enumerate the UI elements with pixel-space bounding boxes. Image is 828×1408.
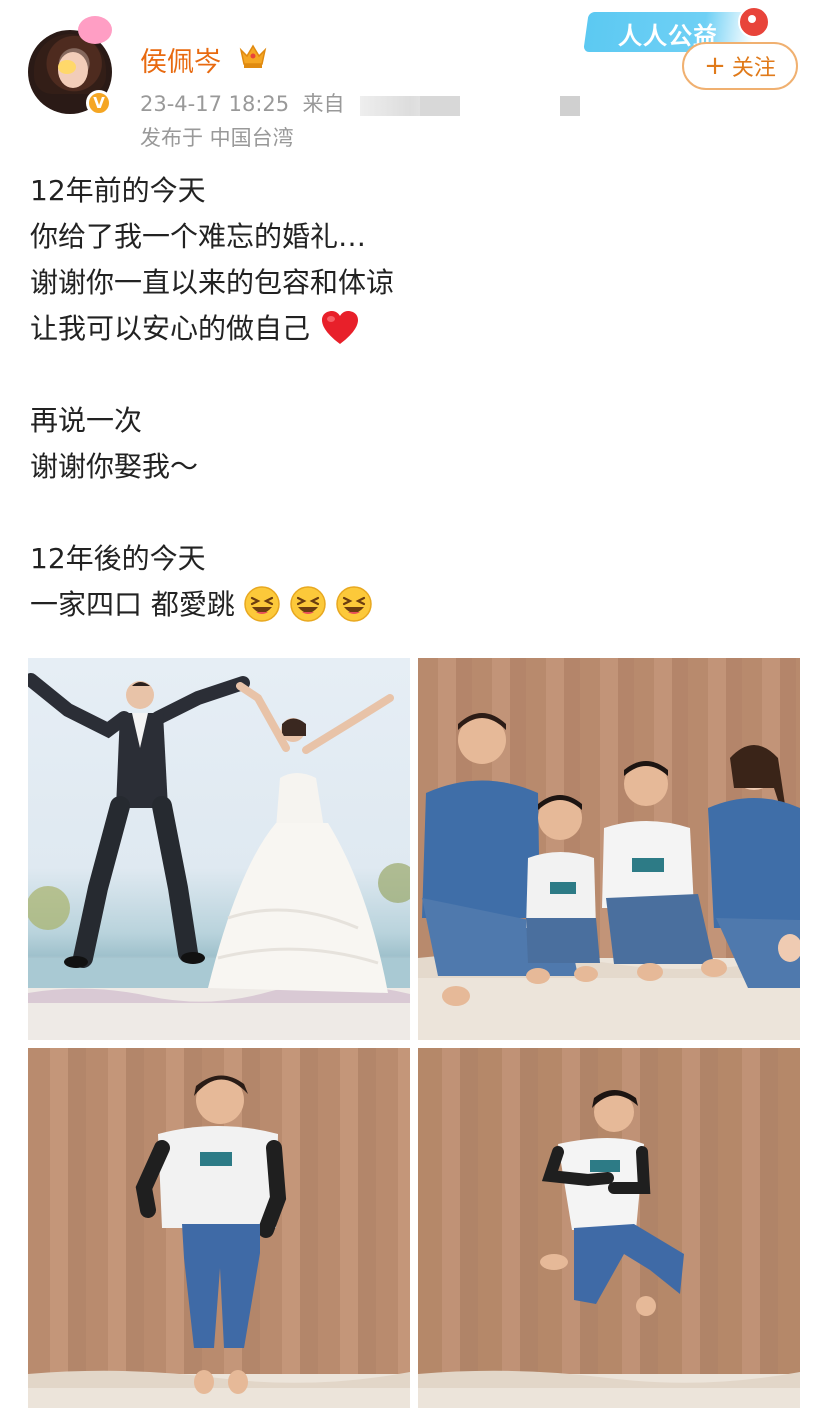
boy-jump-illustration-2 [418,1090,800,1408]
post-line: 谢谢你一直以来的包容和体谅 [30,266,395,299]
redacted-source-block-2 [560,96,580,116]
post-line: 让我可以安心的做自己 [30,312,311,345]
post-line: 你给了我一个难忘的婚礼… [30,220,367,253]
post-line: 12年後的今天 [30,542,206,575]
post-line-with-emoji: 一家四口 都愛跳 [30,582,800,628]
post-line: 谢谢你娶我～ [30,450,199,483]
wedding-jump-illustration [28,673,410,1040]
crown-icon [239,44,267,68]
laughing-emoji-icon [244,586,280,622]
post-text: 12年前的今天 你给了我一个难忘的婚礼… 谢谢你一直以来的包容和体谅 让我可以安… [30,168,800,628]
family-portrait-illustration [418,713,800,1040]
plus-icon: + [704,51,726,81]
weibo-logo-icon [738,6,770,38]
post-meta: 23-4-17 18:25 来自 [140,88,345,118]
laughing-emoji-icon [290,586,326,622]
boy-jump-photo[interactable] [28,1048,410,1408]
follow-button[interactable]: + 关注 [682,42,798,90]
avatar-pendant-icon [78,16,112,44]
redacted-source-block [420,96,460,116]
boy-jump-photo-2[interactable] [418,1048,800,1408]
heart-icon [322,311,359,344]
post-location: 发布于 中国台湾 [140,126,294,150]
post-line-with-heart: 让我可以安心的做自己 [30,306,800,352]
laughing-emoji-icon [336,586,372,622]
family-portrait-photo[interactable] [418,658,800,1040]
boy-jump-illustration [28,1075,410,1408]
author-name[interactable]: 侯佩岑 [140,40,221,79]
post-line: 再说一次 [30,404,143,437]
post-header: V 侯佩岑 23-4-17 18:25 来自 发布于 中国台湾 人人公益 + 关… [0,0,828,150]
post-timestamp: 23-4-17 18:25 [140,92,290,116]
wedding-jump-photo[interactable] [28,658,410,1040]
post-line: 12年前的今天 [30,174,206,207]
post-source: 来自 [302,92,345,116]
follow-label: 关注 [731,56,776,81]
verified-v-icon: V [86,90,112,116]
avatar-flower-icon [58,60,76,74]
post-line: 一家四口 都愛跳 [30,588,235,621]
